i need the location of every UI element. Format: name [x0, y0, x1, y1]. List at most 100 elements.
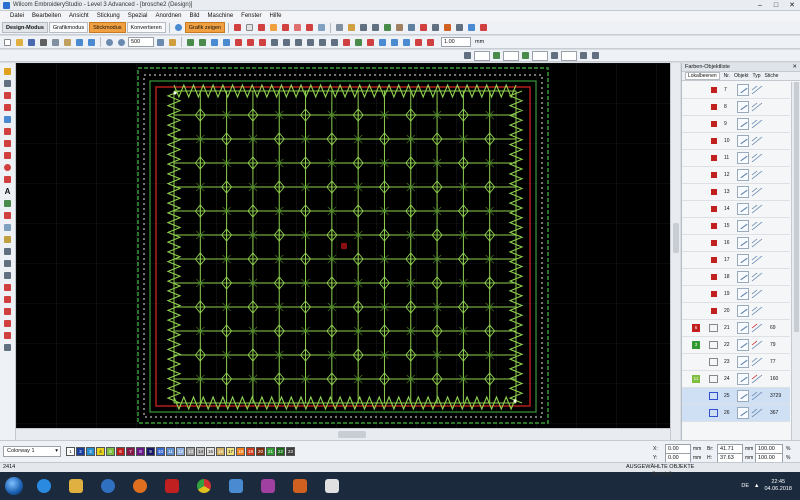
- tab-lokalbeenen[interactable]: Lokalbeenen: [685, 72, 720, 80]
- kaleido-tool-icon[interactable]: [2, 330, 13, 340]
- color-swatch[interactable]: 15: [206, 447, 215, 456]
- cut-icon[interactable]: [38, 37, 49, 48]
- scroll-thumb[interactable]: [338, 431, 366, 438]
- close-button[interactable]: ✕: [784, 0, 800, 11]
- color-group-badge[interactable]: 11: [692, 375, 700, 383]
- hoop-tool-icon[interactable]: [2, 282, 13, 292]
- stitch-edit-tool-icon[interactable]: [2, 102, 13, 112]
- reshape-tool-icon[interactable]: [2, 78, 13, 88]
- digitize-fill-icon[interactable]: [2, 150, 13, 160]
- motif-tool-icon[interactable]: [2, 222, 13, 232]
- menu-datei[interactable]: Datei: [6, 13, 28, 19]
- object-row[interactable]: 14: [682, 201, 790, 218]
- outline-view-icon[interactable]: [268, 22, 279, 33]
- clock[interactable]: 22:45 04.06.2018: [764, 479, 792, 493]
- applique-tool-icon[interactable]: [2, 210, 13, 220]
- align-icon[interactable]: [370, 22, 381, 33]
- menu-bearbeiten[interactable]: Bearbeiten: [28, 13, 65, 19]
- app-icon-4[interactable]: [320, 475, 344, 497]
- globe-icon[interactable]: [173, 22, 184, 33]
- graphics-mode-button[interactable]: Grafikmodus: [48, 22, 89, 33]
- scroll-thumb[interactable]: [673, 223, 679, 253]
- length-icon[interactable]: [549, 50, 560, 61]
- object-row[interactable]: 18: [682, 269, 790, 286]
- firefox-icon[interactable]: [128, 475, 152, 497]
- object-row[interactable]: 20: [682, 303, 790, 320]
- redo-icon[interactable]: [86, 37, 97, 48]
- align-bottom-icon[interactable]: [329, 37, 340, 48]
- property-field-4[interactable]: [561, 50, 577, 61]
- scroll-thumb[interactable]: [794, 82, 799, 332]
- align-left-icon[interactable]: [281, 37, 292, 48]
- pointer-tool-icon[interactable]: [2, 66, 13, 76]
- hoop-icon[interactable]: [316, 22, 327, 33]
- stitch-mode-button[interactable]: Stickmodus: [89, 22, 126, 33]
- object-row[interactable]: 3 22 79: [682, 337, 790, 354]
- color-swatch[interactable]: 21: [266, 447, 275, 456]
- menu-maschine[interactable]: Maschine: [203, 13, 237, 19]
- circle-tool-icon[interactable]: [2, 162, 13, 172]
- align-right-icon[interactable]: [305, 37, 316, 48]
- travel-icon[interactable]: [406, 22, 417, 33]
- color-swatch[interactable]: 23: [286, 447, 295, 456]
- group-icon[interactable]: [382, 22, 393, 33]
- width-icon[interactable]: [578, 50, 589, 61]
- menu-anordnen[interactable]: Anordnen: [151, 13, 185, 19]
- color-swatch[interactable]: 14: [196, 447, 205, 456]
- object-row[interactable]: 13: [682, 184, 790, 201]
- mirror-h-icon[interactable]: [185, 37, 196, 48]
- chrome-icon[interactable]: [192, 475, 216, 497]
- wreath-tool-icon[interactable]: [2, 318, 13, 328]
- object-row[interactable]: 10: [682, 133, 790, 150]
- rectangle-tool-icon[interactable]: [2, 174, 13, 184]
- zoom-field[interactable]: 500: [128, 37, 154, 47]
- stitch-view-icon[interactable]: [232, 22, 243, 33]
- pattern-tool-icon[interactable]: [2, 258, 13, 268]
- scale-icon[interactable]: [233, 37, 244, 48]
- menu-hilfe[interactable]: Hilfe: [266, 13, 286, 19]
- rotate-right-icon[interactable]: [221, 37, 232, 48]
- zoom-in-icon[interactable]: [104, 37, 115, 48]
- object-row[interactable]: 26 367: [682, 405, 790, 422]
- object-row[interactable]: 23 77: [682, 354, 790, 371]
- tie-icon[interactable]: [430, 22, 441, 33]
- connectors-icon[interactable]: [256, 22, 267, 33]
- color-swatch[interactable]: 1: [66, 447, 75, 456]
- color-swatch[interactable]: 13: [186, 447, 195, 456]
- app-icon-2[interactable]: [256, 475, 280, 497]
- applique-icon[interactable]: [365, 37, 376, 48]
- object-row[interactable]: 9: [682, 116, 790, 133]
- property-field-3[interactable]: [532, 50, 548, 61]
- explorer-icon[interactable]: [64, 475, 88, 497]
- 3d-view-icon[interactable]: [292, 22, 303, 33]
- grid-icon[interactable]: [334, 22, 345, 33]
- help-icon[interactable]: [478, 22, 489, 33]
- array-tool-icon[interactable]: [2, 306, 13, 316]
- lettering-icon[interactable]: [341, 37, 352, 48]
- print-icon[interactable]: [454, 22, 465, 33]
- menu-fenster[interactable]: Fenster: [237, 13, 265, 19]
- object-row[interactable]: 8: [682, 99, 790, 116]
- minimize-button[interactable]: –: [752, 0, 768, 11]
- object-row[interactable]: 7: [682, 82, 790, 99]
- color-swatch[interactable]: 7: [126, 447, 135, 456]
- object-row[interactable]: 25 3729: [682, 388, 790, 405]
- colorway-select[interactable]: Colorway 1: [3, 446, 61, 457]
- digitize-run-icon[interactable]: [2, 126, 13, 136]
- stamp-tool-icon[interactable]: [2, 270, 13, 280]
- lettering-tool-icon[interactable]: A: [2, 186, 13, 196]
- color-swatch[interactable]: 5: [106, 447, 115, 456]
- wilcom-icon[interactable]: [224, 475, 248, 497]
- angle-icon[interactable]: [520, 50, 531, 61]
- color-swatch[interactable]: 20: [256, 447, 265, 456]
- vertical-scrollbar[interactable]: [670, 63, 680, 440]
- panel-scrollbar[interactable]: [791, 82, 800, 440]
- spacing-icon[interactable]: [491, 50, 502, 61]
- artistic-view-icon[interactable]: [280, 22, 291, 33]
- menu-spezial[interactable]: Spezial: [124, 13, 152, 19]
- effects-tool-icon[interactable]: [2, 234, 13, 244]
- distribute-icon[interactable]: [269, 37, 280, 48]
- save-icon[interactable]: [26, 37, 37, 48]
- copy-icon[interactable]: [50, 37, 61, 48]
- lock-icon[interactable]: [394, 22, 405, 33]
